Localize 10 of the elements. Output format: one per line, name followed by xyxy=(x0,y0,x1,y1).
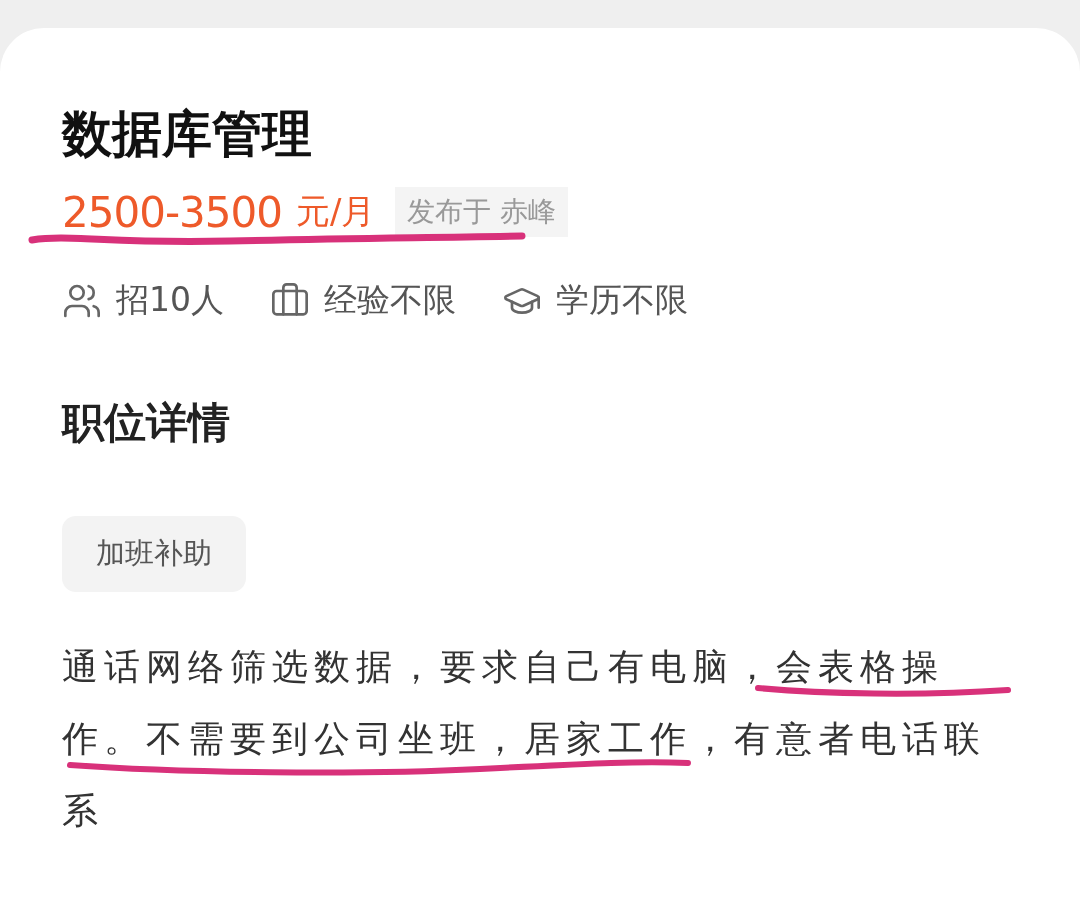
requirement-text: 经验不限 xyxy=(324,279,456,321)
requirement-text: 招10人 xyxy=(116,279,224,321)
benefit-tag: 加班补助 xyxy=(62,516,246,592)
requirement-text: 学历不限 xyxy=(556,279,688,321)
location-badge: 发布于 赤峰 xyxy=(395,187,569,237)
salary-unit: 元/月 xyxy=(295,190,376,233)
section-heading: 职位详情 xyxy=(62,397,231,449)
job-description: 通话网络筛选数据，要求自己有电脑，会表格操作。不需要到公司坐班，居家工作，有意者电话联系 xyxy=(62,645,987,833)
job-title: 数据库管理 xyxy=(62,104,313,165)
salary-amount: 2500-3500 xyxy=(62,187,282,237)
